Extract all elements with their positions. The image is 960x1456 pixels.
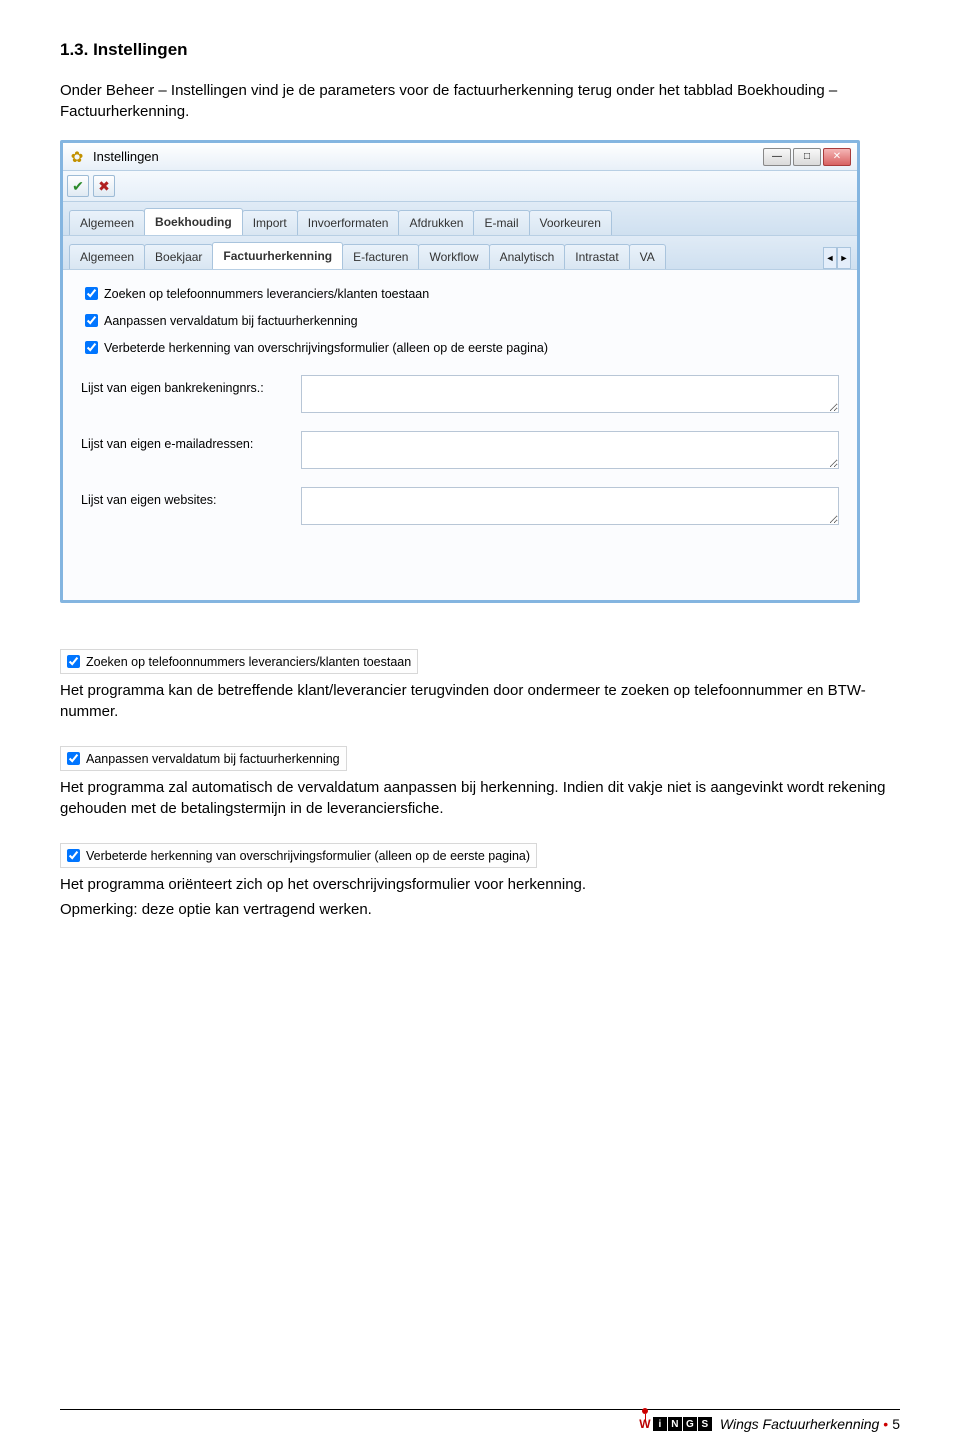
footer-brand: Wings Factuurherkenning (720, 1416, 879, 1432)
settings-window-screenshot: ✿ Instellingen — □ ✕ ✔ ✖ Algemeen Boekho… (60, 140, 860, 603)
checkbox-row-2: Aanpassen vervaldatum bij factuurherkenn… (81, 311, 839, 330)
footer-page: 5 (892, 1416, 900, 1432)
page-footer: W iNGS Wings Factuurherkenning • 5 (60, 1409, 900, 1432)
snippet-2: Aanpassen vervaldatum bij factuurherkenn… (60, 746, 347, 771)
section-heading: 1.3. Instellingen (60, 40, 900, 60)
tab2-va[interactable]: VA (629, 244, 666, 269)
window-title: Instellingen (93, 149, 763, 164)
toolbar: ✔ ✖ (63, 171, 857, 202)
tab2-efacturen[interactable]: E-facturen (342, 244, 419, 269)
textarea-websites[interactable] (301, 487, 839, 525)
tab-scroll: ◄ ► (823, 247, 851, 269)
snippet-3: Verbeterde herkenning van overschrijving… (60, 843, 537, 868)
checkbox-row-3: Verbeterde herkenning van overschrijving… (81, 338, 839, 357)
intro-paragraph: Onder Beheer – Instellingen vind je de p… (60, 80, 900, 122)
ok-button[interactable]: ✔ (67, 175, 89, 197)
tab-email[interactable]: E-mail (473, 210, 529, 235)
checkbox-vervaldatum[interactable] (85, 314, 98, 327)
tab-algemeen[interactable]: Algemeen (69, 210, 145, 235)
para-1: Het programma kan de betreffende klant/l… (60, 680, 900, 722)
titlebar: ✿ Instellingen — □ ✕ (63, 143, 857, 171)
snippet-1-label: Zoeken op telefoonnummers leveranciers/k… (86, 655, 411, 669)
tab-invoerformaten[interactable]: Invoerformaten (297, 210, 400, 235)
tab-scroll-left[interactable]: ◄ (823, 247, 837, 269)
snippet-2-label: Aanpassen vervaldatum bij factuurherkenn… (86, 752, 340, 766)
snippet-1-checkbox (67, 655, 80, 668)
tab2-intrastat[interactable]: Intrastat (564, 244, 629, 269)
tab-scroll-right[interactable]: ► (837, 247, 851, 269)
field-row-email: Lijst van eigen e-mailadressen: (81, 431, 839, 469)
gear-icon: ✿ (69, 149, 85, 165)
tab-voorkeuren[interactable]: Voorkeuren (529, 210, 612, 235)
tab2-analytisch[interactable]: Analytisch (489, 244, 566, 269)
tab2-workflow[interactable]: Workflow (418, 244, 489, 269)
tab-row-1: Algemeen Boekhouding Import Invoerformat… (63, 202, 857, 236)
checkbox-zoeken-telefoon[interactable] (85, 287, 98, 300)
para-3a: Het programma oriënteert zich op het ove… (60, 874, 900, 895)
tab-boekhouding[interactable]: Boekhouding (144, 208, 243, 235)
snippet-3-checkbox (67, 849, 80, 862)
snippet-2-checkbox (67, 752, 80, 765)
tab2-boekjaar[interactable]: Boekjaar (144, 244, 213, 269)
footer-dot: • (883, 1416, 888, 1432)
maximize-button[interactable]: □ (793, 148, 821, 166)
tab-import[interactable]: Import (242, 210, 298, 235)
wings-logo: W iNGS (638, 1417, 712, 1431)
tab2-algemeen[interactable]: Algemeen (69, 244, 145, 269)
checkbox-row-1: Zoeken op telefoonnummers leveranciers/k… (81, 284, 839, 303)
tab-row-2: Algemeen Boekjaar Factuurherkenning E-fa… (63, 236, 857, 270)
para-2: Het programma zal automatisch de vervald… (60, 777, 900, 819)
checkbox-overschrijving[interactable] (85, 341, 98, 354)
settings-panel: Zoeken op telefoonnummers leveranciers/k… (63, 270, 857, 600)
tab2-factuurherkenning[interactable]: Factuurherkenning (212, 242, 343, 269)
checkbox-label-1: Zoeken op telefoonnummers leveranciers/k… (104, 287, 429, 301)
checkbox-label-3: Verbeterde herkenning van overschrijving… (104, 341, 548, 355)
label-bankrekening: Lijst van eigen bankrekeningnrs.: (81, 375, 301, 395)
snippet-3-label: Verbeterde herkenning van overschrijving… (86, 849, 530, 863)
minimize-button[interactable]: — (763, 148, 791, 166)
textarea-emailadressen[interactable] (301, 431, 839, 469)
label-emailadressen: Lijst van eigen e-mailadressen: (81, 431, 301, 451)
close-button[interactable]: ✕ (823, 148, 851, 166)
cancel-button[interactable]: ✖ (93, 175, 115, 197)
para-3b: Opmerking: deze optie kan vertragend wer… (60, 899, 900, 920)
window-buttons: — □ ✕ (763, 148, 851, 166)
field-row-bank: Lijst van eigen bankrekeningnrs.: (81, 375, 839, 413)
textarea-bankrekening[interactable] (301, 375, 839, 413)
checkbox-label-2: Aanpassen vervaldatum bij factuurherkenn… (104, 314, 358, 328)
tab-afdrukken[interactable]: Afdrukken (398, 210, 474, 235)
field-row-websites: Lijst van eigen websites: (81, 487, 839, 525)
label-websites: Lijst van eigen websites: (81, 487, 301, 507)
snippet-1: Zoeken op telefoonnummers leveranciers/k… (60, 649, 418, 674)
